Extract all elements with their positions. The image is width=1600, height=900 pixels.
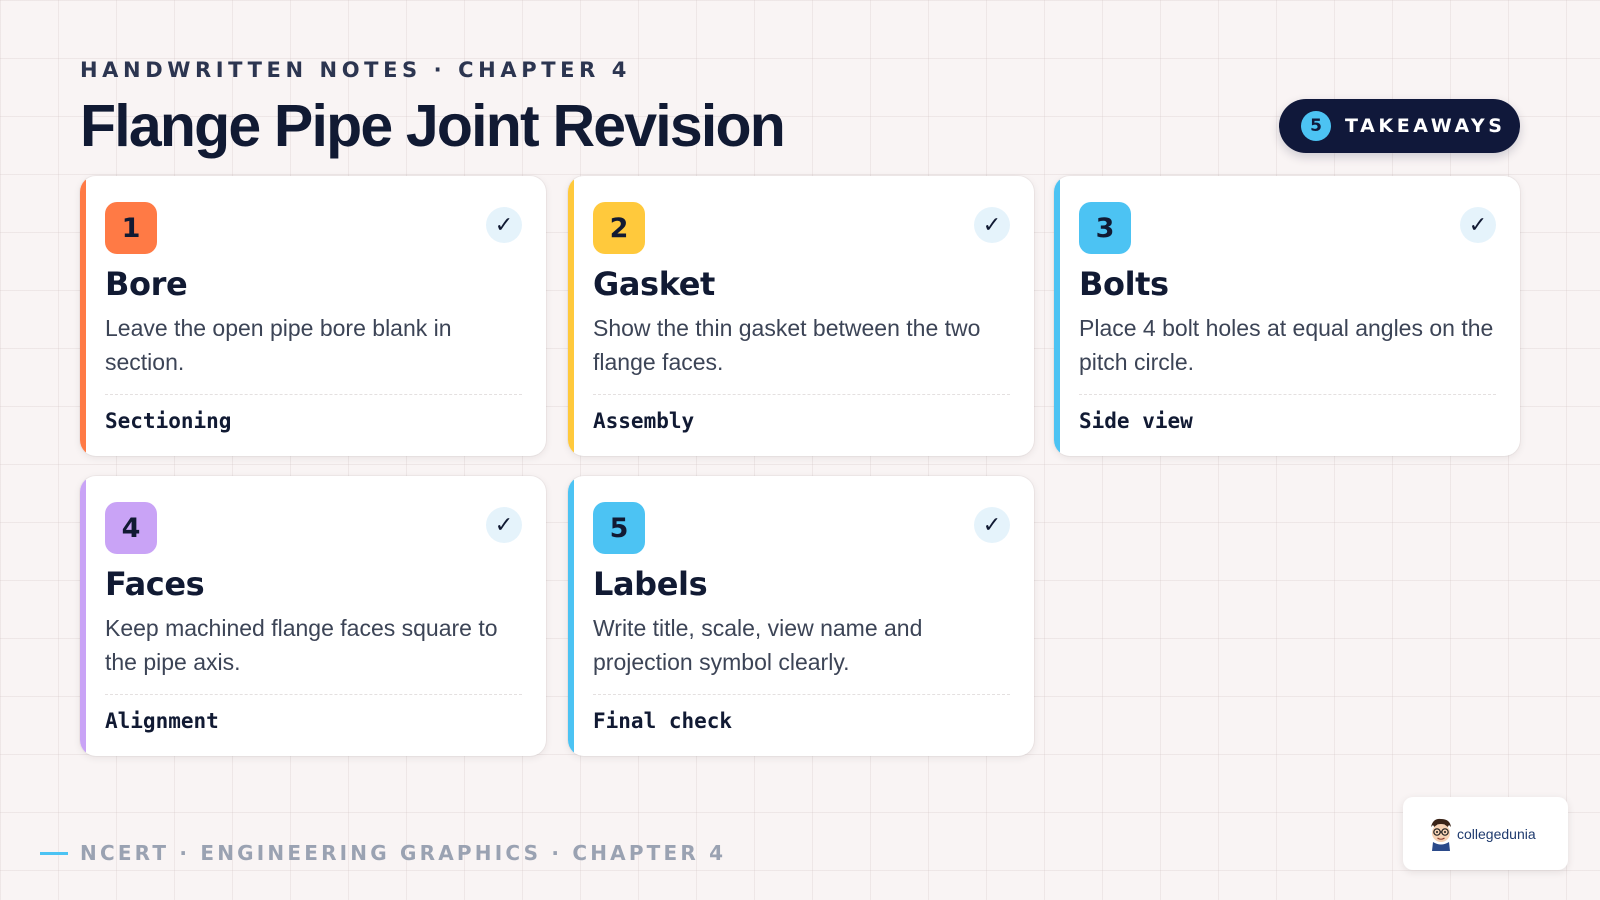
- card-divider: [593, 694, 1010, 695]
- footer-accent-line: [40, 851, 68, 855]
- check-icon: ✓: [974, 207, 1010, 243]
- card-description: Write title, scale, view name and projec…: [593, 615, 923, 675]
- takeaways-badge: 5 TAKEAWAYS: [1279, 99, 1520, 153]
- card-accent-bar: [1054, 176, 1060, 456]
- page-title: Flange Pipe Joint Revision: [80, 93, 786, 159]
- card-divider: [593, 394, 1010, 395]
- footer: NCERT · ENGINEERING GRAPHICS · CHAPTER 4: [40, 841, 726, 865]
- takeaway-card-gasket: 2 ✓ Gasket Show the thin gasket between …: [568, 176, 1034, 456]
- collegedunia-logo[interactable]: collegedunia: [1403, 797, 1568, 870]
- footer-text: NCERT · ENGINEERING GRAPHICS · CHAPTER 4: [80, 841, 727, 865]
- check-icon: ✓: [486, 207, 522, 243]
- card-number: 3: [1079, 202, 1131, 254]
- check-icon: ✓: [974, 507, 1010, 543]
- card-tag: Sectioning: [105, 409, 232, 433]
- takeaway-card-bore: 1 ✓ Bore Leave the open pipe bore blank …: [80, 176, 546, 456]
- card-tag: Assembly: [593, 409, 695, 433]
- card-number: 2: [593, 202, 645, 254]
- card-title: Bore: [105, 265, 188, 303]
- card-description: Keep machined flange faces square to the…: [105, 615, 498, 675]
- student-mascot-icon: [1431, 818, 1451, 851]
- card-divider: [105, 394, 522, 395]
- card-tag: Side view: [1079, 409, 1193, 433]
- takeaway-card-bolts: 3 ✓ Bolts Place 4 bolt holes at equal an…: [1054, 176, 1520, 456]
- card-divider: [105, 694, 522, 695]
- takeaways-count: 5: [1301, 111, 1331, 141]
- page-eyebrow: HANDWRITTEN NOTES · CHAPTER 4: [80, 58, 631, 82]
- card-accent-bar: [568, 476, 574, 756]
- card-number: 5: [593, 502, 645, 554]
- card-accent-bar: [80, 476, 86, 756]
- card-title: Faces: [105, 565, 205, 603]
- takeaway-card-faces: 4 ✓ Faces Keep machined flange faces squ…: [80, 476, 546, 756]
- card-title: Gasket: [593, 265, 715, 303]
- card-title: Bolts: [1079, 265, 1169, 303]
- card-title: Labels: [593, 565, 708, 603]
- takeaways-label: TAKEAWAYS: [1345, 115, 1506, 137]
- card-divider: [1079, 394, 1496, 395]
- card-tag: Alignment: [105, 709, 219, 733]
- card-accent-bar: [80, 176, 86, 456]
- card-accent-bar: [568, 176, 574, 456]
- card-description: Place 4 bolt holes at equal angles on th…: [1079, 315, 1494, 375]
- check-icon: ✓: [1460, 207, 1496, 243]
- card-number: 4: [105, 502, 157, 554]
- logo-text: collegedunia: [1457, 825, 1536, 842]
- takeaway-card-labels: 5 ✓ Labels Write title, scale, view name…: [568, 476, 1034, 756]
- card-description: Show the thin gasket between the two fla…: [593, 315, 981, 375]
- card-tag: Final check: [593, 709, 733, 733]
- check-icon: ✓: [486, 507, 522, 543]
- card-description: Leave the open pipe bore blank in sectio…: [105, 315, 452, 375]
- card-number: 1: [105, 202, 157, 254]
